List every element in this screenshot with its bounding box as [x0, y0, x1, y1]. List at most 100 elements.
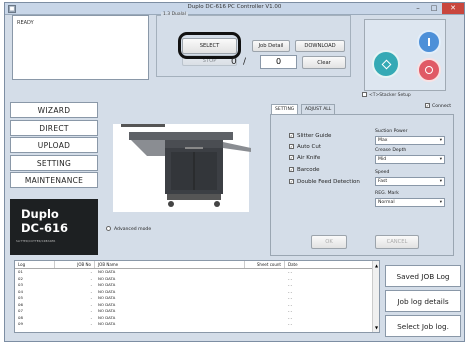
cell-job: - — [90, 308, 92, 313]
table-row[interactable]: 08 - NO DATA - - — [15, 315, 379, 321]
cell-name: NO DATA — [98, 314, 116, 320]
auto-cut-label: Auto Cut — [297, 144, 322, 150]
double-feed-checkbox[interactable]: ✓ Double Feed Detection — [289, 179, 360, 185]
slitter-guide-label: Slitter Guide — [297, 133, 332, 139]
table-row[interactable]: 09 - NO DATA - - — [15, 321, 379, 327]
double-feed-label: Double Feed Detection — [297, 179, 360, 185]
cell-name: NO DATA — [98, 269, 116, 274]
cell-log: 08 — [18, 314, 23, 320]
cell-log: 02 — [18, 275, 23, 281]
crease-depth-select[interactable]: Mid ▾ — [375, 155, 445, 164]
status-text: READY — [17, 20, 34, 26]
table-row[interactable]: 07 - NO DATA - - — [15, 308, 379, 314]
stacker-setup-label: <T>Stacker Setup — [369, 93, 411, 98]
counter-total: 0 — [275, 57, 282, 66]
auto-cut-checkbox[interactable]: ✓ Auto Cut — [289, 144, 321, 150]
chevron-down-icon: ▾ — [439, 200, 442, 205]
barcode-checkbox[interactable]: ✓ Barcode — [289, 167, 320, 173]
cell-name: NO DATA — [98, 282, 116, 287]
control-visual — [364, 19, 446, 91]
table-row[interactable]: 01 - NO DATA - - — [15, 269, 379, 275]
cell-log: 07 — [18, 308, 23, 313]
saved-job-log-button[interactable]: Saved JOB Log — [385, 265, 461, 287]
machine-illustration — [113, 124, 251, 212]
col-job-name: JOB Name — [95, 261, 245, 268]
cell-date: - - — [288, 301, 293, 307]
nav-wizard[interactable]: WIZARD — [10, 102, 98, 118]
cell-job: - — [90, 282, 92, 287]
machine-panel: Advanced mode — [101, 104, 261, 254]
cell-log: 03 — [18, 282, 23, 287]
job-group-legend: 1.3 Dualal — [161, 12, 188, 17]
cell-name: NO DATA — [98, 321, 116, 326]
select-job-log-button[interactable]: Select Job log. — [385, 315, 461, 337]
settings-pane: ✓ Slitter Guide ✓ Auto Cut ✓ Air Knife ✓ Bar… — [270, 114, 454, 256]
counter-separator: / — [243, 57, 247, 67]
table-row[interactable]: 06 - NO DATA - - — [15, 302, 379, 308]
advanced-mode-checkbox[interactable]: Advanced mode — [106, 226, 151, 232]
cell-log: 01 — [18, 269, 23, 274]
slitter-guide-checkbox[interactable]: ✓ Slitter Guide — [289, 133, 331, 139]
cell-date: - - — [288, 308, 293, 313]
air-knife-label: Air Knife — [297, 155, 321, 161]
speed-value: Fast — [378, 179, 388, 184]
job-log-details-button[interactable]: Job log details — [385, 290, 461, 312]
log-scrollbar[interactable]: ▲ ▼ — [372, 261, 379, 332]
col-job-no: JOB No — [55, 261, 95, 268]
minimize-button[interactable]: – — [410, 3, 426, 14]
download-button[interactable]: DOWNLOAD — [295, 40, 345, 52]
cell-job: - — [90, 275, 92, 281]
nav-setting[interactable]: SETTING — [10, 155, 98, 171]
cell-name: NO DATA — [98, 308, 116, 313]
counter-current: 0 — [231, 57, 237, 67]
crease-depth-value: Mid — [378, 157, 387, 162]
clear-button[interactable]: Clear — [302, 56, 346, 69]
cell-job: - — [90, 295, 92, 300]
nav-upload[interactable]: UPLOAD — [10, 137, 98, 153]
cell-job: - — [90, 321, 92, 326]
stacker-setup-checkbox[interactable]: <T>Stacker Setup — [362, 92, 411, 98]
job-detail-button[interactable]: Job Detail — [252, 40, 290, 52]
close-button[interactable]: ✕ — [442, 3, 464, 14]
cell-job: - — [90, 314, 92, 320]
table-row[interactable]: 03 - NO DATA - - — [15, 282, 379, 288]
suction-power-select[interactable]: Max ▾ — [375, 136, 445, 145]
col-log: Log — [15, 261, 55, 268]
air-knife-checkbox[interactable]: ✓ Air Knife — [289, 155, 320, 161]
cell-log: 04 — [18, 288, 23, 294]
speed-label: Speed — [375, 170, 390, 175]
table-row[interactable]: 04 - NO DATA - - — [15, 289, 379, 295]
crease-depth-label: Crease Depth — [375, 148, 407, 153]
right-circle-icon[interactable] — [417, 58, 441, 82]
nav-direct[interactable]: DIRECT — [10, 120, 98, 136]
suction-power-value: Max — [378, 138, 388, 143]
reg-mark-select[interactable]: Normal ▾ — [375, 198, 445, 207]
cell-date: - - — [288, 275, 293, 281]
cell-date: - - — [288, 321, 293, 326]
cell-name: NO DATA — [98, 301, 116, 307]
connect-checkbox[interactable]: ✓ Connect — [425, 103, 451, 109]
cell-date: - - — [288, 295, 293, 300]
speed-select[interactable]: Fast ▾ — [375, 177, 445, 186]
table-row[interactable]: 02 - NO DATA - - — [15, 276, 379, 282]
chevron-down-icon: ▾ — [439, 179, 442, 184]
chevron-down-icon: ▾ — [439, 138, 442, 143]
cancel-button[interactable]: CANCEL — [375, 235, 419, 249]
cell-date: - - — [288, 282, 293, 287]
maximize-button[interactable]: □ — [426, 3, 442, 14]
connect-label: Connect — [432, 104, 451, 109]
status-display: READY — [12, 15, 149, 80]
job-log-table[interactable]: Log JOB No JOB Name Sheet count Date 01 -… — [14, 260, 380, 333]
cell-name: NO DATA — [98, 275, 116, 281]
title-bar: ■ Duplo DC-616 PC Controller V1.00 – □ ✕ — [5, 3, 464, 15]
counter-total-field[interactable]: 0 — [260, 55, 297, 69]
cell-name: NO DATA — [98, 288, 116, 294]
nav-maintenance[interactable]: MAINTENANCE — [10, 172, 98, 188]
left-circle-icon[interactable] — [372, 50, 400, 78]
ok-button[interactable]: OK — [311, 235, 347, 249]
top-circle-icon[interactable] — [417, 30, 441, 54]
select-highlight-ring — [178, 32, 241, 59]
logo-tagline: SLITTER/CUTTER/CREASER — [16, 239, 56, 243]
col-sheet-count: Sheet count — [245, 261, 285, 268]
table-row[interactable]: 05 - NO DATA - - — [15, 295, 379, 301]
